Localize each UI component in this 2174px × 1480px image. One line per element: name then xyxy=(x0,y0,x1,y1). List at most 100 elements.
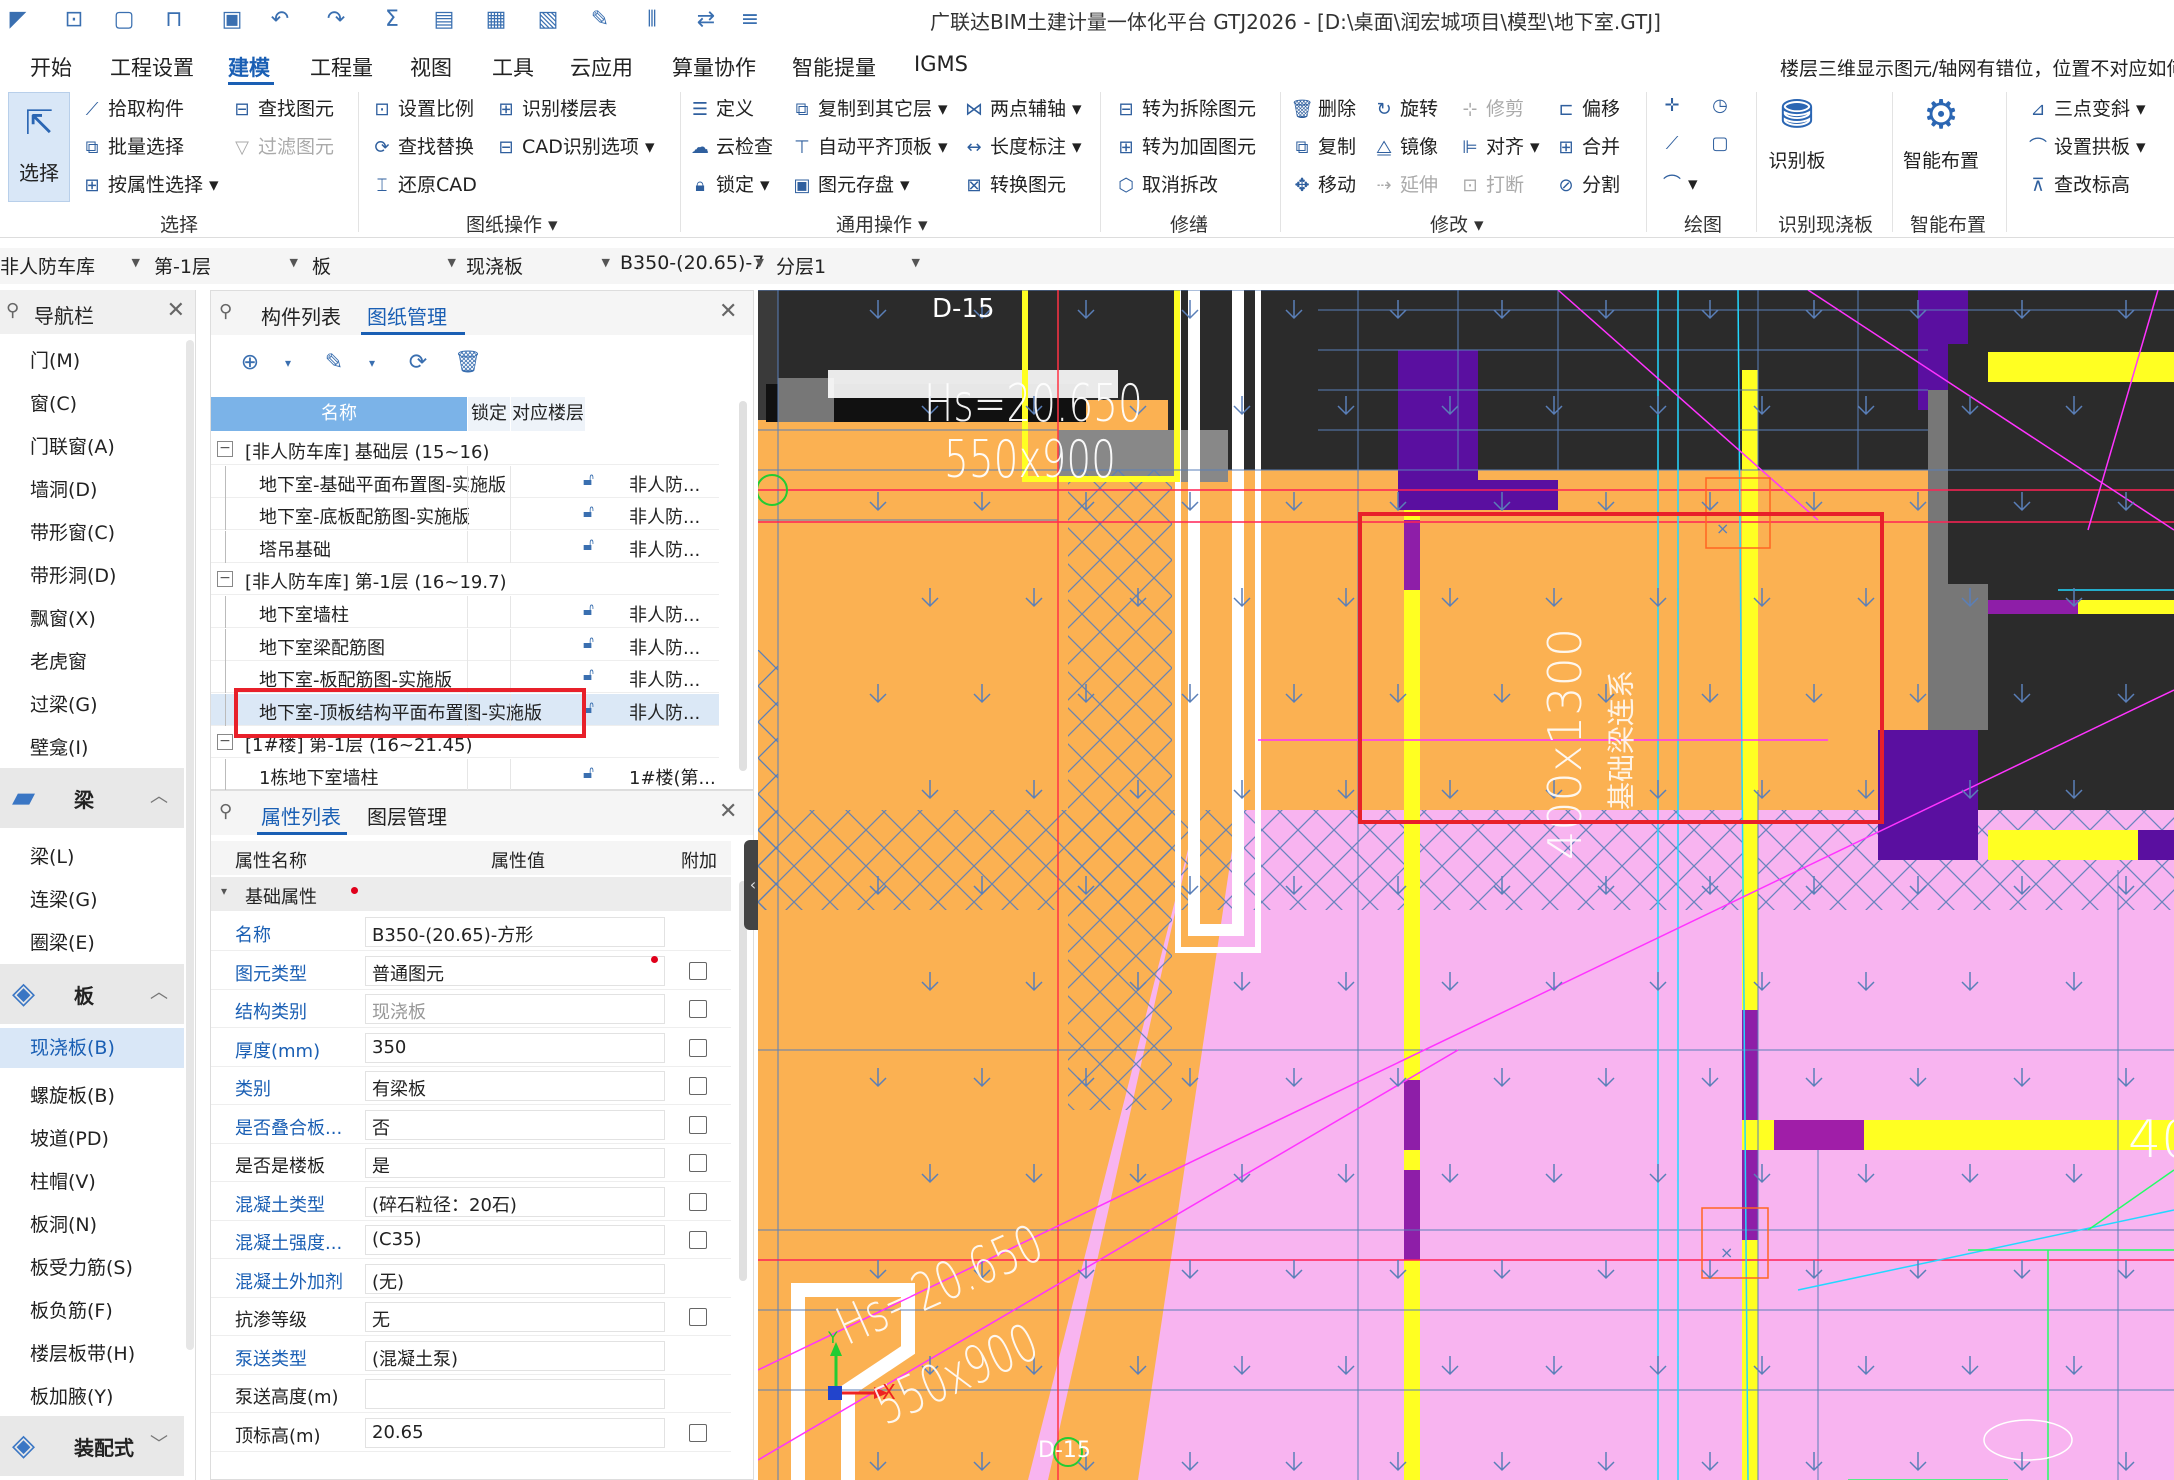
unlock-icon[interactable]: 🔓︎ xyxy=(583,763,594,783)
nav-item-ring-beam[interactable]: 圈梁(E) xyxy=(30,928,95,955)
select-by-attr-button[interactable]: ⊞ 按属性选择 ▾ xyxy=(80,170,218,197)
find-replace-button[interactable]: ⟳ 查找替换 xyxy=(370,132,474,159)
to-reinforce-button[interactable]: ⊞ 转为加固图元 xyxy=(1114,132,1256,159)
lock-button[interactable]: 🔒︎ 锁定 ▾ xyxy=(688,170,769,197)
edit-drawing-icon[interactable]: ✎ xyxy=(313,345,355,381)
menu-igms[interactable]: IGMS xyxy=(914,52,968,76)
refresh-drawing-icon[interactable]: ⟳ xyxy=(397,345,439,381)
drawing-row[interactable]: 1栋地下室墙柱 🔓︎ 1#楼(第... xyxy=(211,759,719,791)
menu-quantity[interactable]: 工程量 xyxy=(310,52,373,82)
component-dropdown[interactable]: B350-(20.65)-7 ▼ xyxy=(620,252,764,280)
property-value-field[interactable]: (C35) xyxy=(365,1225,665,1255)
auto-align-top-button[interactable]: ⊤ 自动平齐顶板 ▾ xyxy=(790,132,947,159)
nav-item-cast-slab[interactable]: 现浇板(B) xyxy=(0,1028,184,1068)
drawing-row[interactable]: 地下室-基础平面布置图-实施版 🔓︎ 非人防... xyxy=(211,465,719,498)
tab-drawing-management[interactable]: 图纸管理 xyxy=(367,301,447,330)
tab-component-list[interactable]: 构件列表 xyxy=(261,301,341,330)
unlock-icon[interactable]: 🔓︎ xyxy=(583,665,594,685)
offset-button[interactable]: ⊏ 偏移 xyxy=(1554,94,1620,121)
sync-icon[interactable]: ⇄ xyxy=(692,6,720,34)
drawing-row[interactable]: 地下室梁配筋图 🔓︎ 非人防... xyxy=(211,628,719,661)
undo-icon[interactable]: ↶ xyxy=(266,6,294,34)
draw-point-button[interactable]: ✛ xyxy=(1660,94,1688,116)
floor-group-dropdown[interactable]: 非人防车库 ▼ xyxy=(0,252,140,280)
pin-icon[interactable]: ⚲ xyxy=(219,301,232,322)
cloud-check-button[interactable]: ☁ 云检查 xyxy=(688,132,773,159)
restore-cad-button[interactable]: ⌶ 还原CAD xyxy=(370,170,477,197)
convert-element-button[interactable]: ⊠ 转换图元 xyxy=(962,170,1066,197)
nav-category-prefab[interactable]: ◈ 装配式 ﹀ xyxy=(0,1416,184,1476)
cad-canvas[interactable]: × × D-15 Hs=20.650 550x900 Hs=20.650 550… xyxy=(758,290,2174,1480)
nav-item-slab-main-rebar[interactable]: 板受力筋(S) xyxy=(30,1253,133,1280)
set-arch-slab-button[interactable]: ⌒ 设置拱板 ▾ xyxy=(2026,132,2146,159)
property-value-field[interactable]: 20.65 xyxy=(365,1417,665,1448)
extra-checkbox[interactable] xyxy=(689,961,707,980)
menu-collab[interactable]: 算量协作 xyxy=(672,52,756,82)
nav-item-spiral-slab[interactable]: 螺旋板(B) xyxy=(30,1081,115,1108)
nav-item-door-window[interactable]: 门联窗(A) xyxy=(30,432,115,459)
extra-checkbox[interactable] xyxy=(689,1154,707,1172)
extra-checkbox[interactable] xyxy=(689,1077,707,1095)
property-value-field[interactable]: 无 xyxy=(365,1302,665,1332)
tab-layer-management[interactable]: 图层管理 xyxy=(367,801,447,830)
more-icon[interactable]: ≡ xyxy=(736,6,764,34)
property-value-field[interactable]: 350 xyxy=(365,1032,665,1063)
drawing-row[interactable]: 地下室墙柱 🔓︎ 非人防... xyxy=(211,596,719,628)
unlock-icon[interactable]: 🔓︎ xyxy=(583,535,594,555)
split-button[interactable]: ⊘ 分割 xyxy=(1554,170,1620,197)
extra-checkbox[interactable] xyxy=(689,1423,707,1442)
nav-item-coupling-beam[interactable]: 连梁(G) xyxy=(30,885,98,912)
move-button[interactable]: ✥ 移动 xyxy=(1290,170,1356,197)
property-value-field[interactable]: 普通图元 xyxy=(365,955,665,986)
property-value-field[interactable]: (无) xyxy=(365,1263,665,1294)
column-icon[interactable]: ⫴ xyxy=(638,6,666,34)
select-button[interactable]: ⇱ 选择 xyxy=(8,92,70,202)
edit-elevation-button[interactable]: ⊼ 查改标高 xyxy=(2026,170,2130,197)
nav-item-slab-hole[interactable]: 板洞(N) xyxy=(30,1210,97,1237)
unlock-icon[interactable]: 🔓︎ xyxy=(583,502,594,522)
copy-to-floor-button[interactable]: ⧉ 复制到其它层 ▾ xyxy=(790,94,948,121)
nav-item-strip-opening[interactable]: 带形洞(D) xyxy=(30,561,116,588)
drawing-scrollbar[interactable] xyxy=(739,401,747,771)
recognize-floor-table-button[interactable]: ⊞ 识别楼层表 xyxy=(494,94,617,121)
extra-checkbox[interactable] xyxy=(689,1308,707,1326)
define-button[interactable]: ☰ 定义 xyxy=(688,94,754,121)
drawing-row[interactable]: 塔吊基础 🔓︎ 非人防... xyxy=(211,530,719,563)
drawing-row[interactable]: 地下室-底板配筋图-实施版 🔓︎ 非人防... xyxy=(211,498,719,531)
new-file-icon[interactable]: ▢ xyxy=(110,6,138,34)
nav-item-lintel[interactable]: 过梁(G) xyxy=(30,690,98,717)
menu-cloud[interactable]: 云应用 xyxy=(570,52,633,82)
close-icon[interactable]: ✕ xyxy=(719,799,737,824)
two-point-axis-button[interactable]: ⋈ 两点辅轴 ▾ xyxy=(962,94,1082,121)
unlock-icon[interactable]: 🔓︎ xyxy=(583,470,594,490)
nav-item-window[interactable]: 窗(C) xyxy=(30,389,77,416)
recognize-slab-button[interactable]: ⛃ 识别板 xyxy=(1762,92,1832,173)
pen-icon[interactable]: ✎ xyxy=(586,6,614,34)
draw-arc-button[interactable]: ⌒ ▾ xyxy=(1660,170,1698,196)
length-dim-button[interactable]: ↔ 长度标注 ▾ xyxy=(962,132,1081,159)
redo-icon[interactable]: ↷ xyxy=(322,6,350,34)
extend-button[interactable]: ⇢ 延伸 xyxy=(1372,170,1438,197)
property-value-field[interactable]: (碎石粒径：20石) xyxy=(365,1186,665,1217)
trash-icon[interactable]: 🗑︎ xyxy=(447,345,489,381)
cad-options-button[interactable]: ⊟ CAD识别选项 ▾ xyxy=(494,132,654,159)
menu-view[interactable]: 视图 xyxy=(410,52,452,82)
property-value-field[interactable]: (混凝土泵) xyxy=(365,1340,665,1371)
extra-checkbox[interactable] xyxy=(689,1000,707,1018)
close-icon[interactable]: ✕ xyxy=(719,299,737,324)
drawing-group-row[interactable]: − [非人防车库] 第-1层 (16~19.7) xyxy=(211,563,719,596)
draw-line-button[interactable]: ⟋ xyxy=(1660,132,1688,154)
nav-item-wall-opening[interactable]: 墙洞(D) xyxy=(30,475,97,502)
find-element-button[interactable]: ⊟ 查找图元 xyxy=(230,94,334,121)
floor-dropdown[interactable]: 第-1层 ▼ xyxy=(154,252,298,280)
nav-item-strip-window[interactable]: 带形窗(C) xyxy=(30,518,115,545)
extra-checkbox[interactable] xyxy=(689,1192,707,1211)
nav-category-beam[interactable]: ▰ 梁 ︿ xyxy=(0,768,184,828)
save-icon[interactable]: ▣ xyxy=(218,6,246,34)
menu-tools[interactable]: 工具 xyxy=(492,52,534,82)
element-subtype-dropdown[interactable]: 现浇板 ▼ xyxy=(466,252,610,280)
quick-access-icon[interactable]: ⊡ xyxy=(60,6,88,34)
batch-select-button[interactable]: ⧉ 批量选择 xyxy=(80,132,184,159)
draw-circle-button[interactable]: ◷ xyxy=(1708,94,1736,116)
extra-checkbox[interactable] xyxy=(689,1038,707,1057)
